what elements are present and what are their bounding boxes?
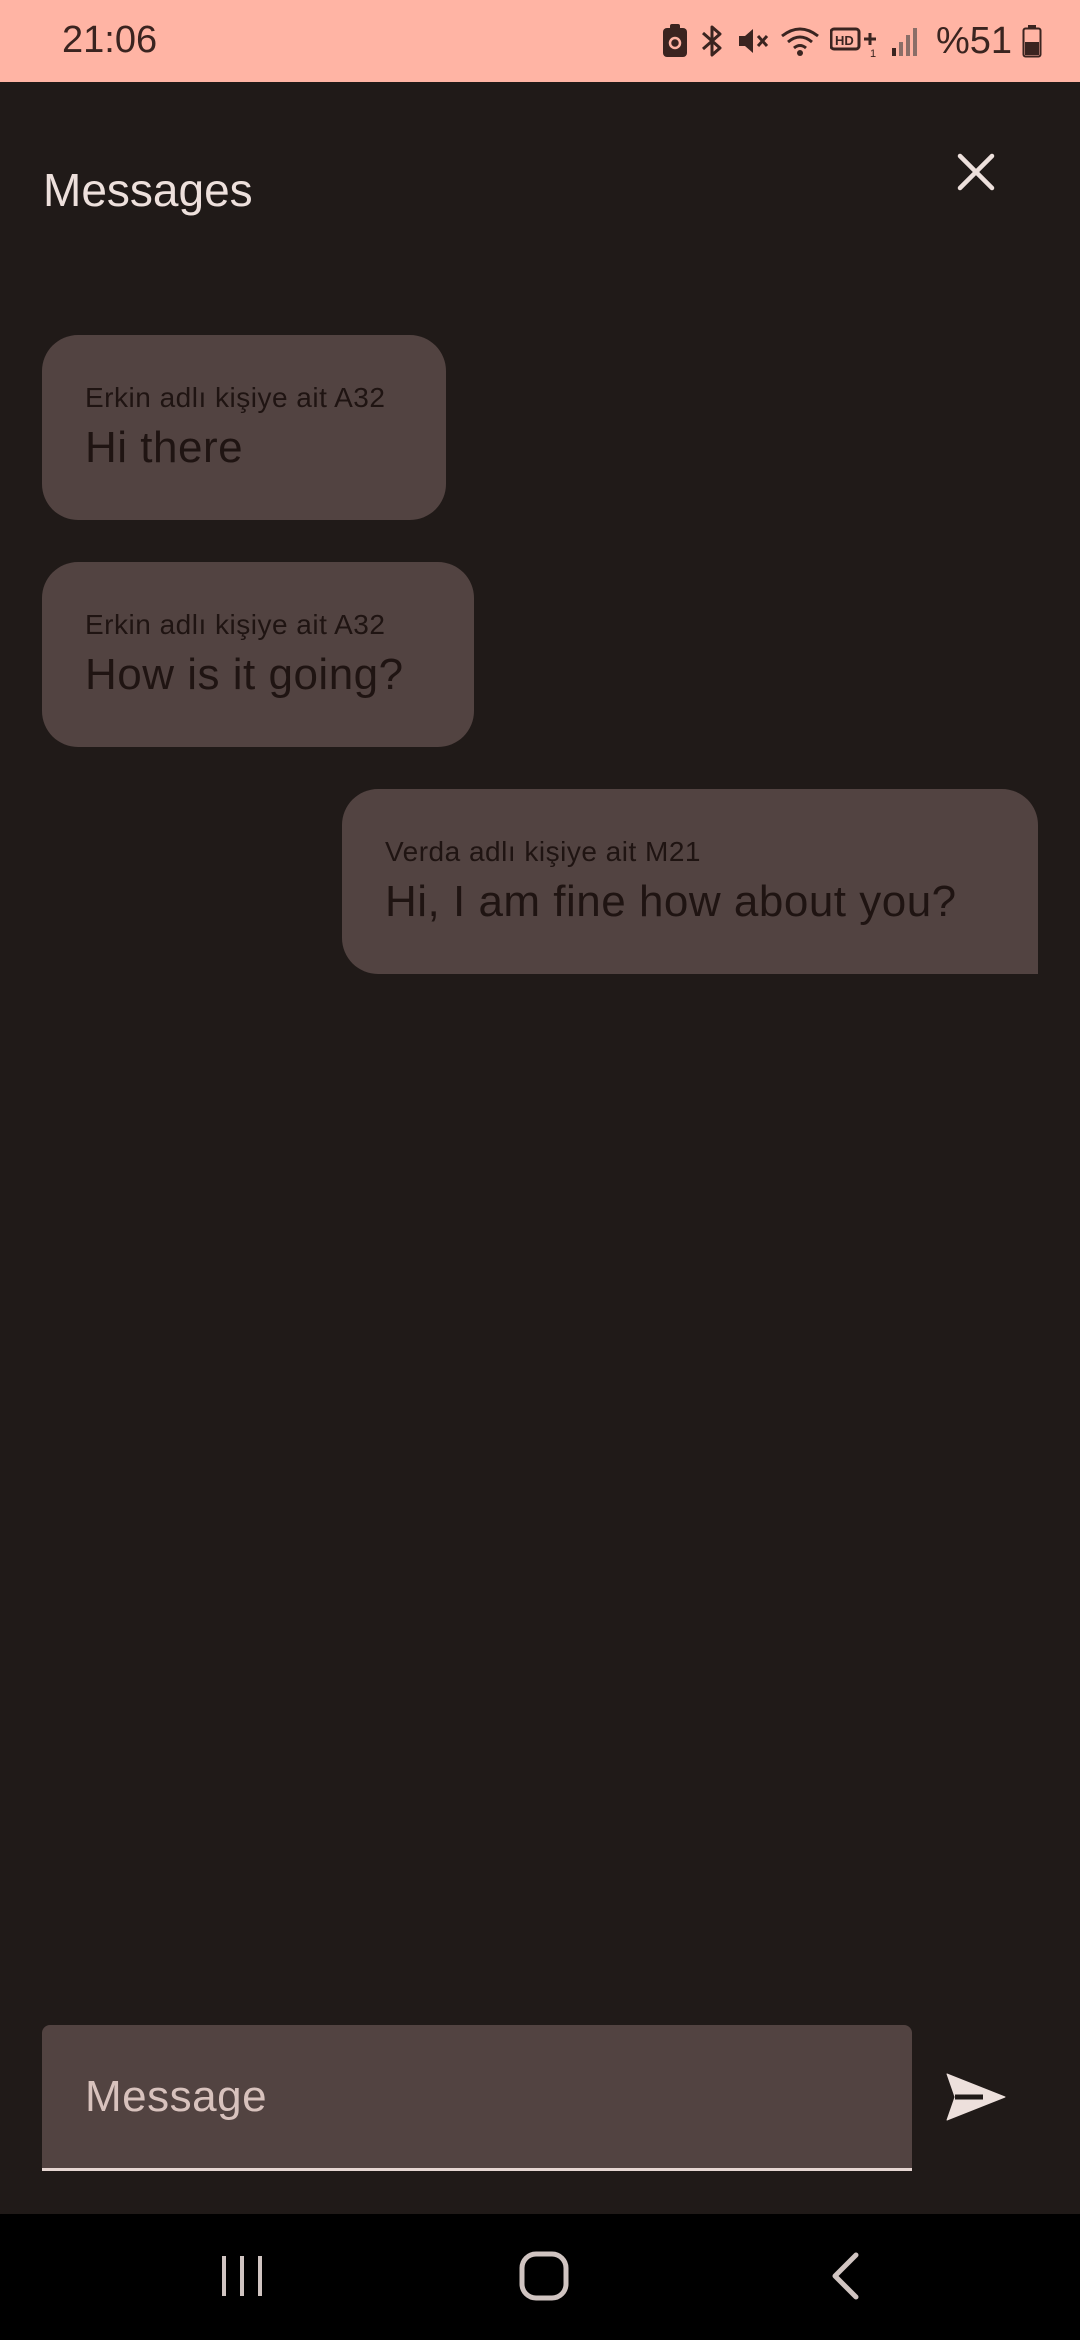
recents-button[interactable] (210, 2250, 274, 2306)
app-bar: Messages (0, 82, 1080, 296)
message-bubble: Erkin adlı kişiye ait A32 How is it goin… (42, 562, 474, 747)
message-input[interactable] (42, 2025, 912, 2168)
recents-icon (220, 2254, 264, 2303)
svg-text:HD: HD (835, 33, 854, 48)
send-button[interactable] (940, 2068, 1012, 2130)
hd-voice-icon: HD 1 (829, 24, 880, 58)
back-icon (830, 2252, 860, 2305)
message-composer (42, 2025, 912, 2171)
page-title: Messages (43, 164, 253, 216)
bluetooth-icon (698, 24, 726, 58)
mute-icon (736, 24, 770, 58)
message-bubble-own: Verda adlı kişiye ait M21 Hi, I am fine … (342, 789, 1038, 974)
wifi-icon (780, 24, 820, 58)
system-nav-bar (0, 2214, 1080, 2340)
status-time: 21:06 (62, 19, 158, 61)
home-button[interactable] (512, 2250, 576, 2306)
message-sender: Verda adlı kişiye ait M21 (385, 836, 701, 867)
home-icon (519, 2251, 569, 2306)
back-button[interactable] (820, 2250, 870, 2306)
send-icon (945, 2072, 1007, 2127)
message-sender: Erkin adlı kişiye ait A32 (85, 609, 386, 640)
message-text: Hi, I am fine how about you? (385, 877, 957, 926)
message-sender: Erkin adlı kişiye ait A32 (85, 382, 386, 413)
status-icons: HD 1 %51 (662, 16, 1042, 66)
status-bar: 21:06 HD 1 %51 (0, 0, 1080, 82)
close-icon (956, 152, 996, 197)
battery-percent: %51 (935, 20, 1012, 62)
close-button[interactable] (946, 144, 1006, 204)
message-text: Hi there (85, 423, 244, 472)
sim-lock-icon (662, 24, 688, 58)
battery-icon (1022, 24, 1042, 58)
message-bubble: Erkin adlı kişiye ait A32 Hi there (42, 335, 446, 520)
message-text: How is it going? (85, 650, 404, 699)
signal-icon (890, 24, 920, 58)
svg-text:1: 1 (870, 48, 876, 58)
